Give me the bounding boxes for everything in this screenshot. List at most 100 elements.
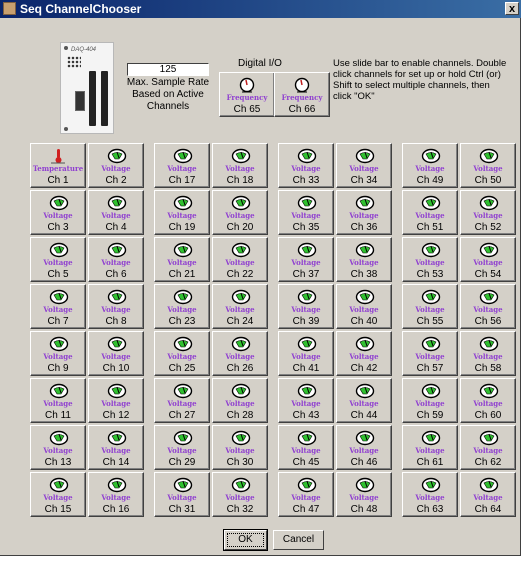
channel-tile[interactable]: Voltage Ch 32 bbox=[212, 472, 268, 517]
channel-number-label: Ch 55 bbox=[416, 316, 444, 327]
channel-tile[interactable]: Voltage Ch 21 bbox=[154, 237, 210, 282]
channel-tile[interactable]: Voltage Ch 6 bbox=[88, 237, 144, 282]
channel-tile[interactable]: Voltage Ch 12 bbox=[88, 378, 144, 423]
channel-number-label: Ch 8 bbox=[105, 316, 127, 327]
channel-tile[interactable]: Voltage Ch 23 bbox=[154, 284, 210, 329]
channel-type-label: Temperature bbox=[32, 164, 84, 173]
channel-number-label: Ch 45 bbox=[292, 457, 320, 468]
channel-tile[interactable]: Voltage Ch 38 bbox=[336, 237, 392, 282]
channel-tile[interactable]: Temperature Ch 1 bbox=[30, 143, 86, 188]
channel-tile[interactable]: Voltage Ch 59 bbox=[402, 378, 458, 423]
channel-tile[interactable]: Voltage Ch 61 bbox=[402, 425, 458, 470]
channel-tile[interactable]: Voltage Ch 37 bbox=[278, 237, 334, 282]
channel-tile[interactable]: Voltage Ch 50 bbox=[460, 143, 516, 188]
channel-number-label: Ch 13 bbox=[44, 457, 72, 468]
daq-device-image: DAQ-404 bbox=[60, 42, 114, 134]
ok-button[interactable]: OK bbox=[223, 529, 268, 551]
channel-number-label: Ch 2 bbox=[105, 175, 127, 186]
channel-tile[interactable]: Voltage Ch 18 bbox=[212, 143, 268, 188]
channel-tile[interactable]: Voltage Ch 46 bbox=[336, 425, 392, 470]
channel-tile[interactable]: Voltage Ch 51 bbox=[402, 190, 458, 235]
channel-tile[interactable]: Voltage Ch 13 bbox=[30, 425, 86, 470]
device-slot bbox=[89, 71, 96, 126]
channel-tile[interactable]: Voltage Ch 43 bbox=[278, 378, 334, 423]
channel-number-label: Ch 21 bbox=[168, 269, 196, 280]
channel-tile[interactable]: Voltage Ch 14 bbox=[88, 425, 144, 470]
cancel-button[interactable]: Cancel bbox=[273, 530, 324, 550]
title-bar[interactable]: Seq ChannelChooser x bbox=[0, 0, 521, 18]
channel-tile[interactable]: Voltage Ch 4 bbox=[88, 190, 144, 235]
channel-tile[interactable]: Voltage Ch 55 bbox=[402, 284, 458, 329]
channel-tile[interactable]: Voltage Ch 33 bbox=[278, 143, 334, 188]
channel-tile[interactable]: Voltage Ch 2 bbox=[88, 143, 144, 188]
channel-tile[interactable]: Voltage Ch 56 bbox=[460, 284, 516, 329]
channel-tile[interactable]: Voltage Ch 30 bbox=[212, 425, 268, 470]
channel-tile[interactable]: Voltage Ch 17 bbox=[154, 143, 210, 188]
channel-number-label: Ch 50 bbox=[474, 175, 502, 186]
channel-tile[interactable]: Voltage Ch 27 bbox=[154, 378, 210, 423]
channel-tile[interactable]: Voltage Ch 11 bbox=[30, 378, 86, 423]
device-leds bbox=[67, 56, 81, 68]
channel-tile[interactable]: Voltage Ch 5 bbox=[30, 237, 86, 282]
channel-tile[interactable]: Frequency Ch 65 bbox=[219, 72, 275, 117]
channel-tile[interactable]: Frequency Ch 66 bbox=[274, 72, 330, 117]
instructions-text: Use slide bar to enable channels. Double… bbox=[333, 58, 507, 102]
channel-number-label: Ch 28 bbox=[226, 410, 254, 421]
channel-type-label: Voltage bbox=[43, 399, 73, 408]
channel-tile[interactable]: Voltage Ch 31 bbox=[154, 472, 210, 517]
channel-tile[interactable]: Voltage Ch 53 bbox=[402, 237, 458, 282]
channel-tile[interactable]: Voltage Ch 34 bbox=[336, 143, 392, 188]
channel-tile[interactable]: Voltage Ch 45 bbox=[278, 425, 334, 470]
channel-tile[interactable]: Voltage Ch 58 bbox=[460, 331, 516, 376]
channel-tile[interactable]: Voltage Ch 52 bbox=[460, 190, 516, 235]
channel-number-label: Ch 49 bbox=[416, 175, 444, 186]
channel-tile[interactable]: Voltage Ch 22 bbox=[212, 237, 268, 282]
channel-tile[interactable]: Voltage Ch 64 bbox=[460, 472, 516, 517]
channel-tile[interactable]: Voltage Ch 29 bbox=[154, 425, 210, 470]
channel-tile[interactable]: Voltage Ch 26 bbox=[212, 331, 268, 376]
channel-tile[interactable]: Voltage Ch 41 bbox=[278, 331, 334, 376]
channel-number-label: Ch 16 bbox=[102, 504, 130, 515]
channel-type-label: Voltage bbox=[101, 446, 131, 455]
channel-tile[interactable]: Voltage Ch 8 bbox=[88, 284, 144, 329]
channel-tile[interactable]: Voltage Ch 19 bbox=[154, 190, 210, 235]
channel-tile[interactable]: Voltage Ch 10 bbox=[88, 331, 144, 376]
channel-number-label: Ch 40 bbox=[350, 316, 378, 327]
channel-tile[interactable]: Voltage Ch 39 bbox=[278, 284, 334, 329]
channel-tile[interactable]: Voltage Ch 47 bbox=[278, 472, 334, 517]
channel-tile[interactable]: Voltage Ch 42 bbox=[336, 331, 392, 376]
channel-type-label: Voltage bbox=[225, 305, 255, 314]
channel-tile[interactable]: Voltage Ch 20 bbox=[212, 190, 268, 235]
channel-number-label: Ch 31 bbox=[168, 504, 196, 515]
channel-type-label: Voltage bbox=[101, 305, 131, 314]
channel-tile[interactable]: Voltage Ch 60 bbox=[460, 378, 516, 423]
channel-tile[interactable]: Voltage Ch 16 bbox=[88, 472, 144, 517]
channel-tile[interactable]: Voltage Ch 36 bbox=[336, 190, 392, 235]
close-button[interactable]: x bbox=[505, 2, 519, 15]
channel-type-label: Voltage bbox=[291, 258, 321, 267]
channel-type-label: Voltage bbox=[101, 211, 131, 220]
channel-tile[interactable]: Voltage Ch 15 bbox=[30, 472, 86, 517]
channel-tile[interactable]: Voltage Ch 24 bbox=[212, 284, 268, 329]
channel-type-label: Voltage bbox=[473, 164, 503, 173]
channel-tile[interactable]: Voltage Ch 9 bbox=[30, 331, 86, 376]
channel-tile[interactable]: Voltage Ch 3 bbox=[30, 190, 86, 235]
channel-tile[interactable]: Voltage Ch 7 bbox=[30, 284, 86, 329]
device-screw bbox=[64, 127, 68, 131]
channel-tile[interactable]: Voltage Ch 54 bbox=[460, 237, 516, 282]
channel-tile[interactable]: Voltage Ch 40 bbox=[336, 284, 392, 329]
channel-tile[interactable]: Voltage Ch 63 bbox=[402, 472, 458, 517]
channel-tile[interactable]: Voltage Ch 57 bbox=[402, 331, 458, 376]
channel-tile[interactable]: Voltage Ch 49 bbox=[402, 143, 458, 188]
channel-tile[interactable]: Voltage Ch 25 bbox=[154, 331, 210, 376]
channel-type-label: Voltage bbox=[167, 164, 197, 173]
channel-tile[interactable]: Voltage Ch 62 bbox=[460, 425, 516, 470]
channel-type-label: Voltage bbox=[167, 446, 197, 455]
channel-number-label: Ch 19 bbox=[168, 222, 196, 233]
channel-tile[interactable]: Voltage Ch 44 bbox=[336, 378, 392, 423]
channel-tile[interactable]: Voltage Ch 35 bbox=[278, 190, 334, 235]
channel-tile[interactable]: Voltage Ch 48 bbox=[336, 472, 392, 517]
channel-type-label: Voltage bbox=[167, 305, 197, 314]
channel-tile[interactable]: Voltage Ch 28 bbox=[212, 378, 268, 423]
channel-type-label: Voltage bbox=[43, 305, 73, 314]
